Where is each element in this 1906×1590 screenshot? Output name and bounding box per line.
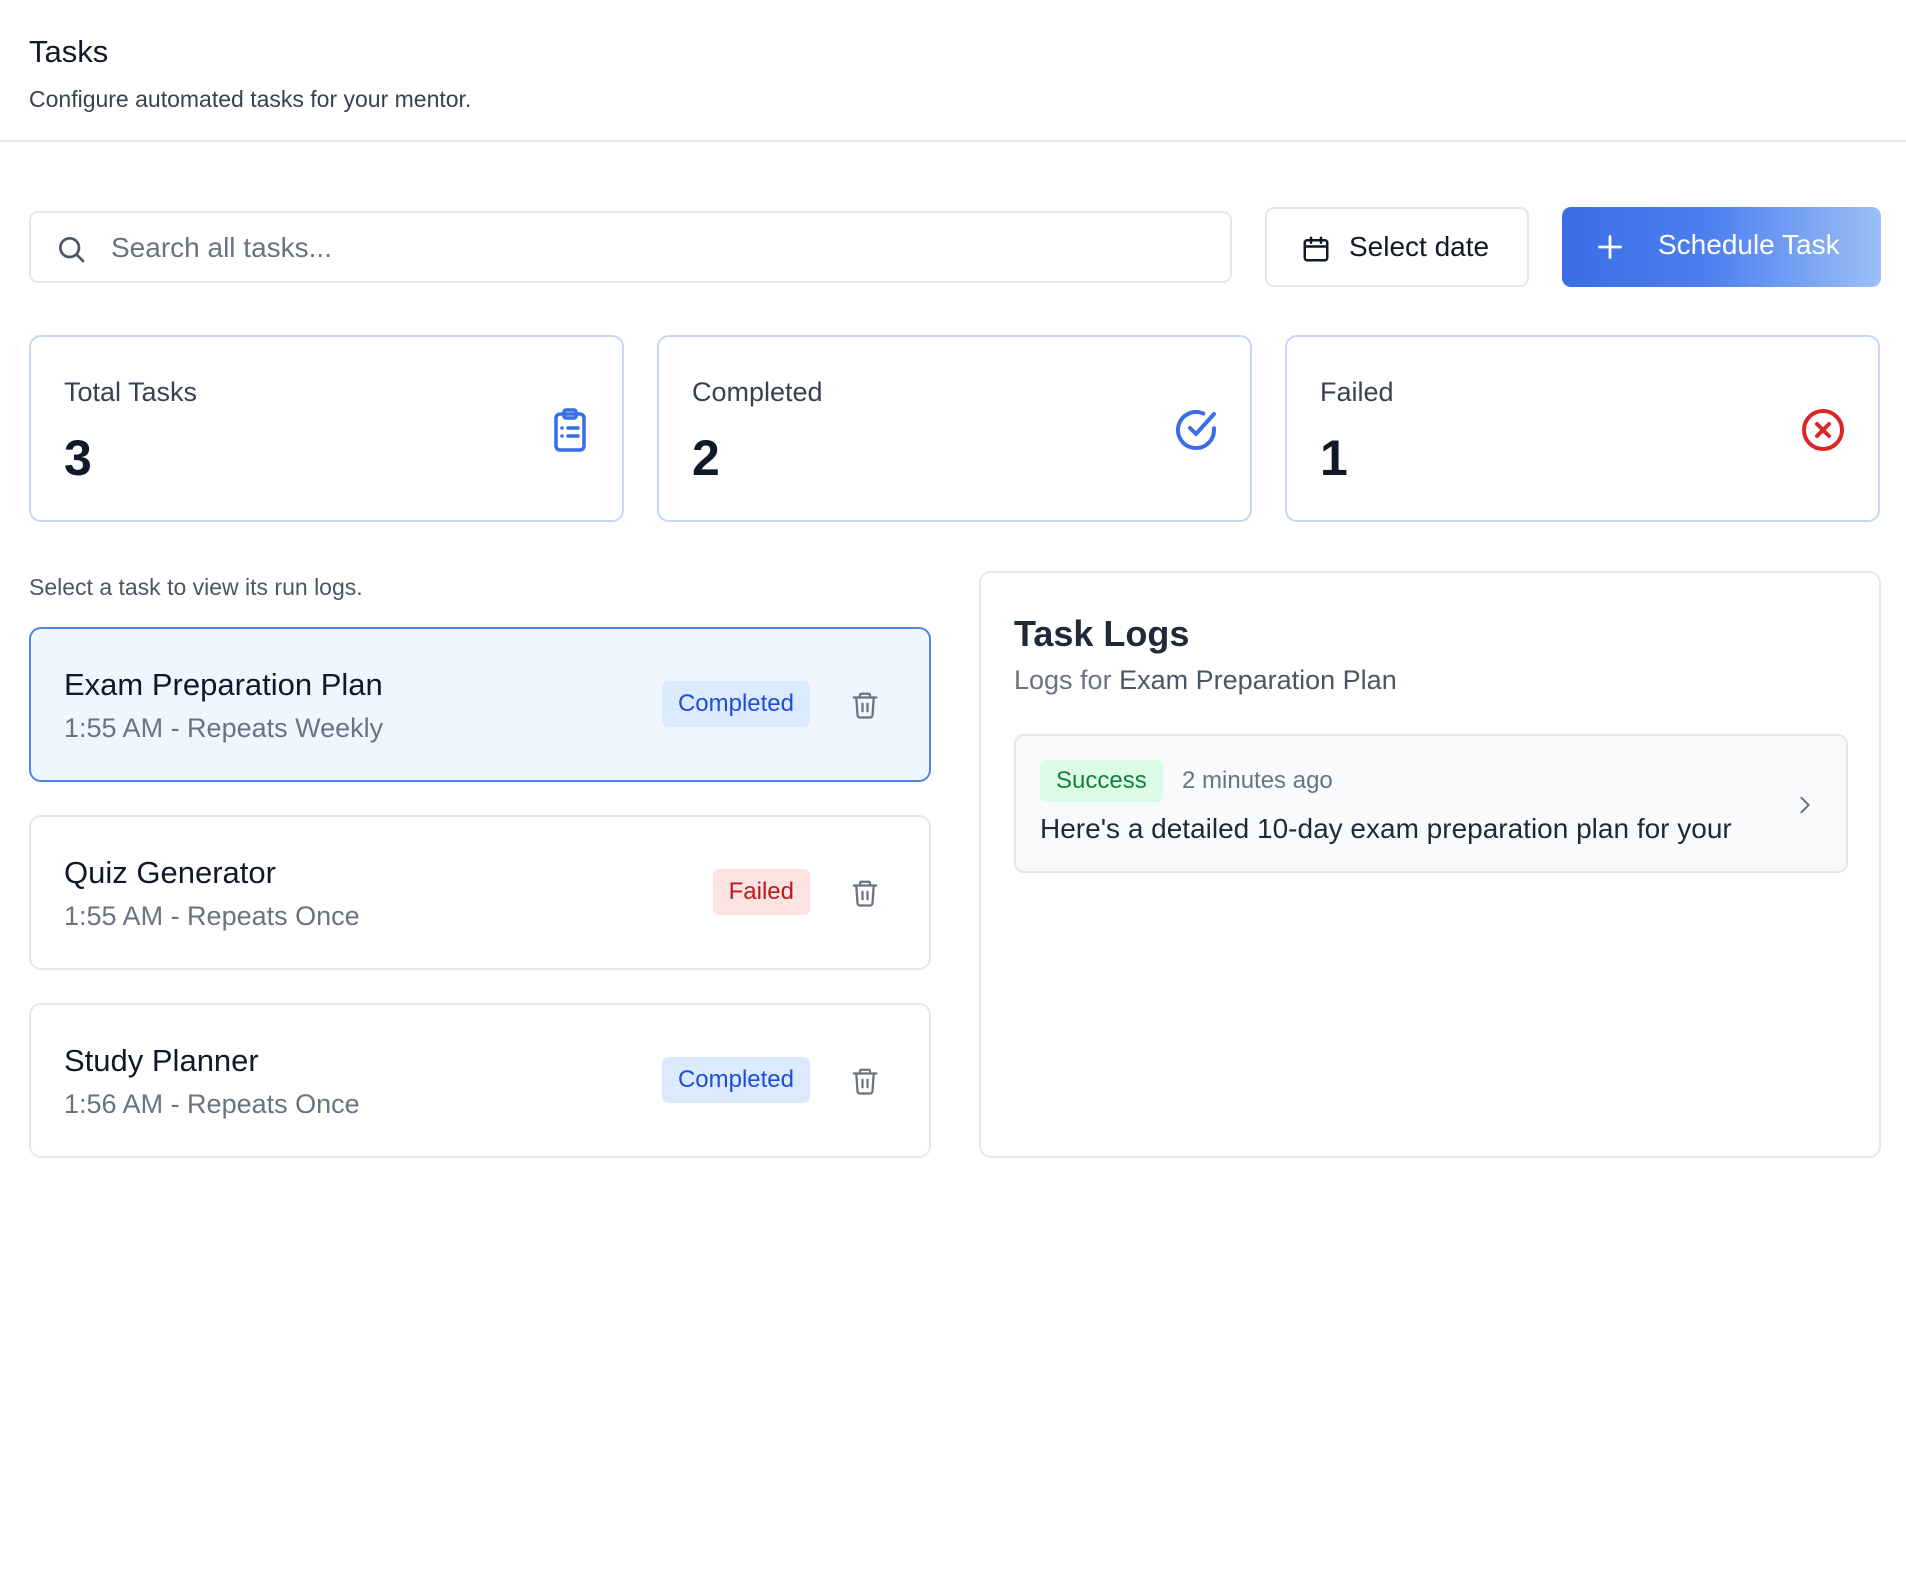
stat-value: 2: [692, 430, 720, 486]
logs-subtitle-prefix: Logs for: [1014, 665, 1120, 695]
status-badge: Completed: [661, 681, 810, 727]
schedule-task-label: Schedule Task: [1658, 229, 1840, 260]
page-title: Tasks: [29, 34, 109, 69]
task-schedule: 1:55 AM - Repeats Once: [64, 901, 360, 931]
logs-subtitle: Logs for Exam Preparation Plan: [1014, 665, 1397, 696]
page-subtitle: Configure automated tasks for your mento…: [29, 86, 472, 112]
schedule-task-button[interactable]: Schedule Task: [1562, 207, 1881, 287]
trash-icon[interactable]: [850, 877, 880, 909]
status-badge: Completed: [661, 1057, 810, 1103]
task-logs-panel: Task Logs Logs for Exam Preparation Plan…: [979, 571, 1881, 1158]
stat-card-failed: Failed 1: [1285, 335, 1880, 522]
task-card-study-planner[interactable]: Study Planner 1:56 AM - Repeats Once Com…: [29, 1003, 931, 1158]
stat-card-completed: Completed 2: [657, 335, 1252, 522]
trash-icon[interactable]: [850, 689, 880, 721]
trash-icon[interactable]: [850, 1065, 880, 1097]
select-date-label: Select date: [1349, 231, 1490, 262]
task-name: Quiz Generator: [64, 855, 276, 890]
search-icon: [59, 237, 85, 263]
stat-label: Failed: [1320, 377, 1394, 407]
success-badge: Success: [1040, 760, 1163, 802]
clipboard-list-icon: [554, 408, 586, 452]
task-card-exam-preparation-plan[interactable]: Exam Preparation Plan 1:55 AM - Repeats …: [29, 627, 931, 782]
logs-subtitle-task: Exam Preparation Plan: [1119, 665, 1397, 695]
chevron-right-icon[interactable]: [1794, 792, 1816, 818]
calendar-icon: [1303, 236, 1329, 262]
select-date-button[interactable]: Select date: [1265, 207, 1529, 287]
page-header: Tasks Configure automated tasks for your…: [0, 0, 1906, 142]
stat-value: 1: [1320, 430, 1348, 486]
task-schedule: 1:56 AM - Repeats Once: [64, 1089, 360, 1119]
log-timestamp: 2 minutes ago: [1182, 767, 1333, 794]
search-input[interactable]: [111, 223, 1211, 273]
task-schedule: 1:55 AM - Repeats Weekly: [64, 713, 384, 743]
tasks-page: Tasks Configure automated tasks for your…: [0, 0, 1906, 1590]
task-name: Exam Preparation Plan: [64, 667, 383, 702]
helper-text: Select a task to view its run logs.: [29, 574, 363, 600]
plus-icon: [1598, 235, 1622, 259]
status-badge: Failed: [712, 869, 810, 915]
log-preview-text: Here's a detailed 10-day exam preparatio…: [1040, 813, 1732, 844]
check-circle-icon: [1176, 410, 1216, 450]
stat-value: 3: [64, 430, 92, 486]
task-card-quiz-generator[interactable]: Quiz Generator 1:55 AM - Repeats Once Fa…: [29, 815, 931, 970]
x-circle-icon: [1802, 409, 1844, 451]
search-box[interactable]: [29, 211, 1232, 283]
stat-card-total-tasks: Total Tasks 3: [29, 335, 624, 522]
log-entry[interactable]: Success 2 minutes ago Here's a detailed …: [1014, 734, 1848, 873]
stat-label: Total Tasks: [64, 377, 198, 407]
task-name: Study Planner: [64, 1043, 259, 1078]
stat-label: Completed: [692, 377, 823, 407]
logs-title: Task Logs: [1014, 613, 1190, 654]
